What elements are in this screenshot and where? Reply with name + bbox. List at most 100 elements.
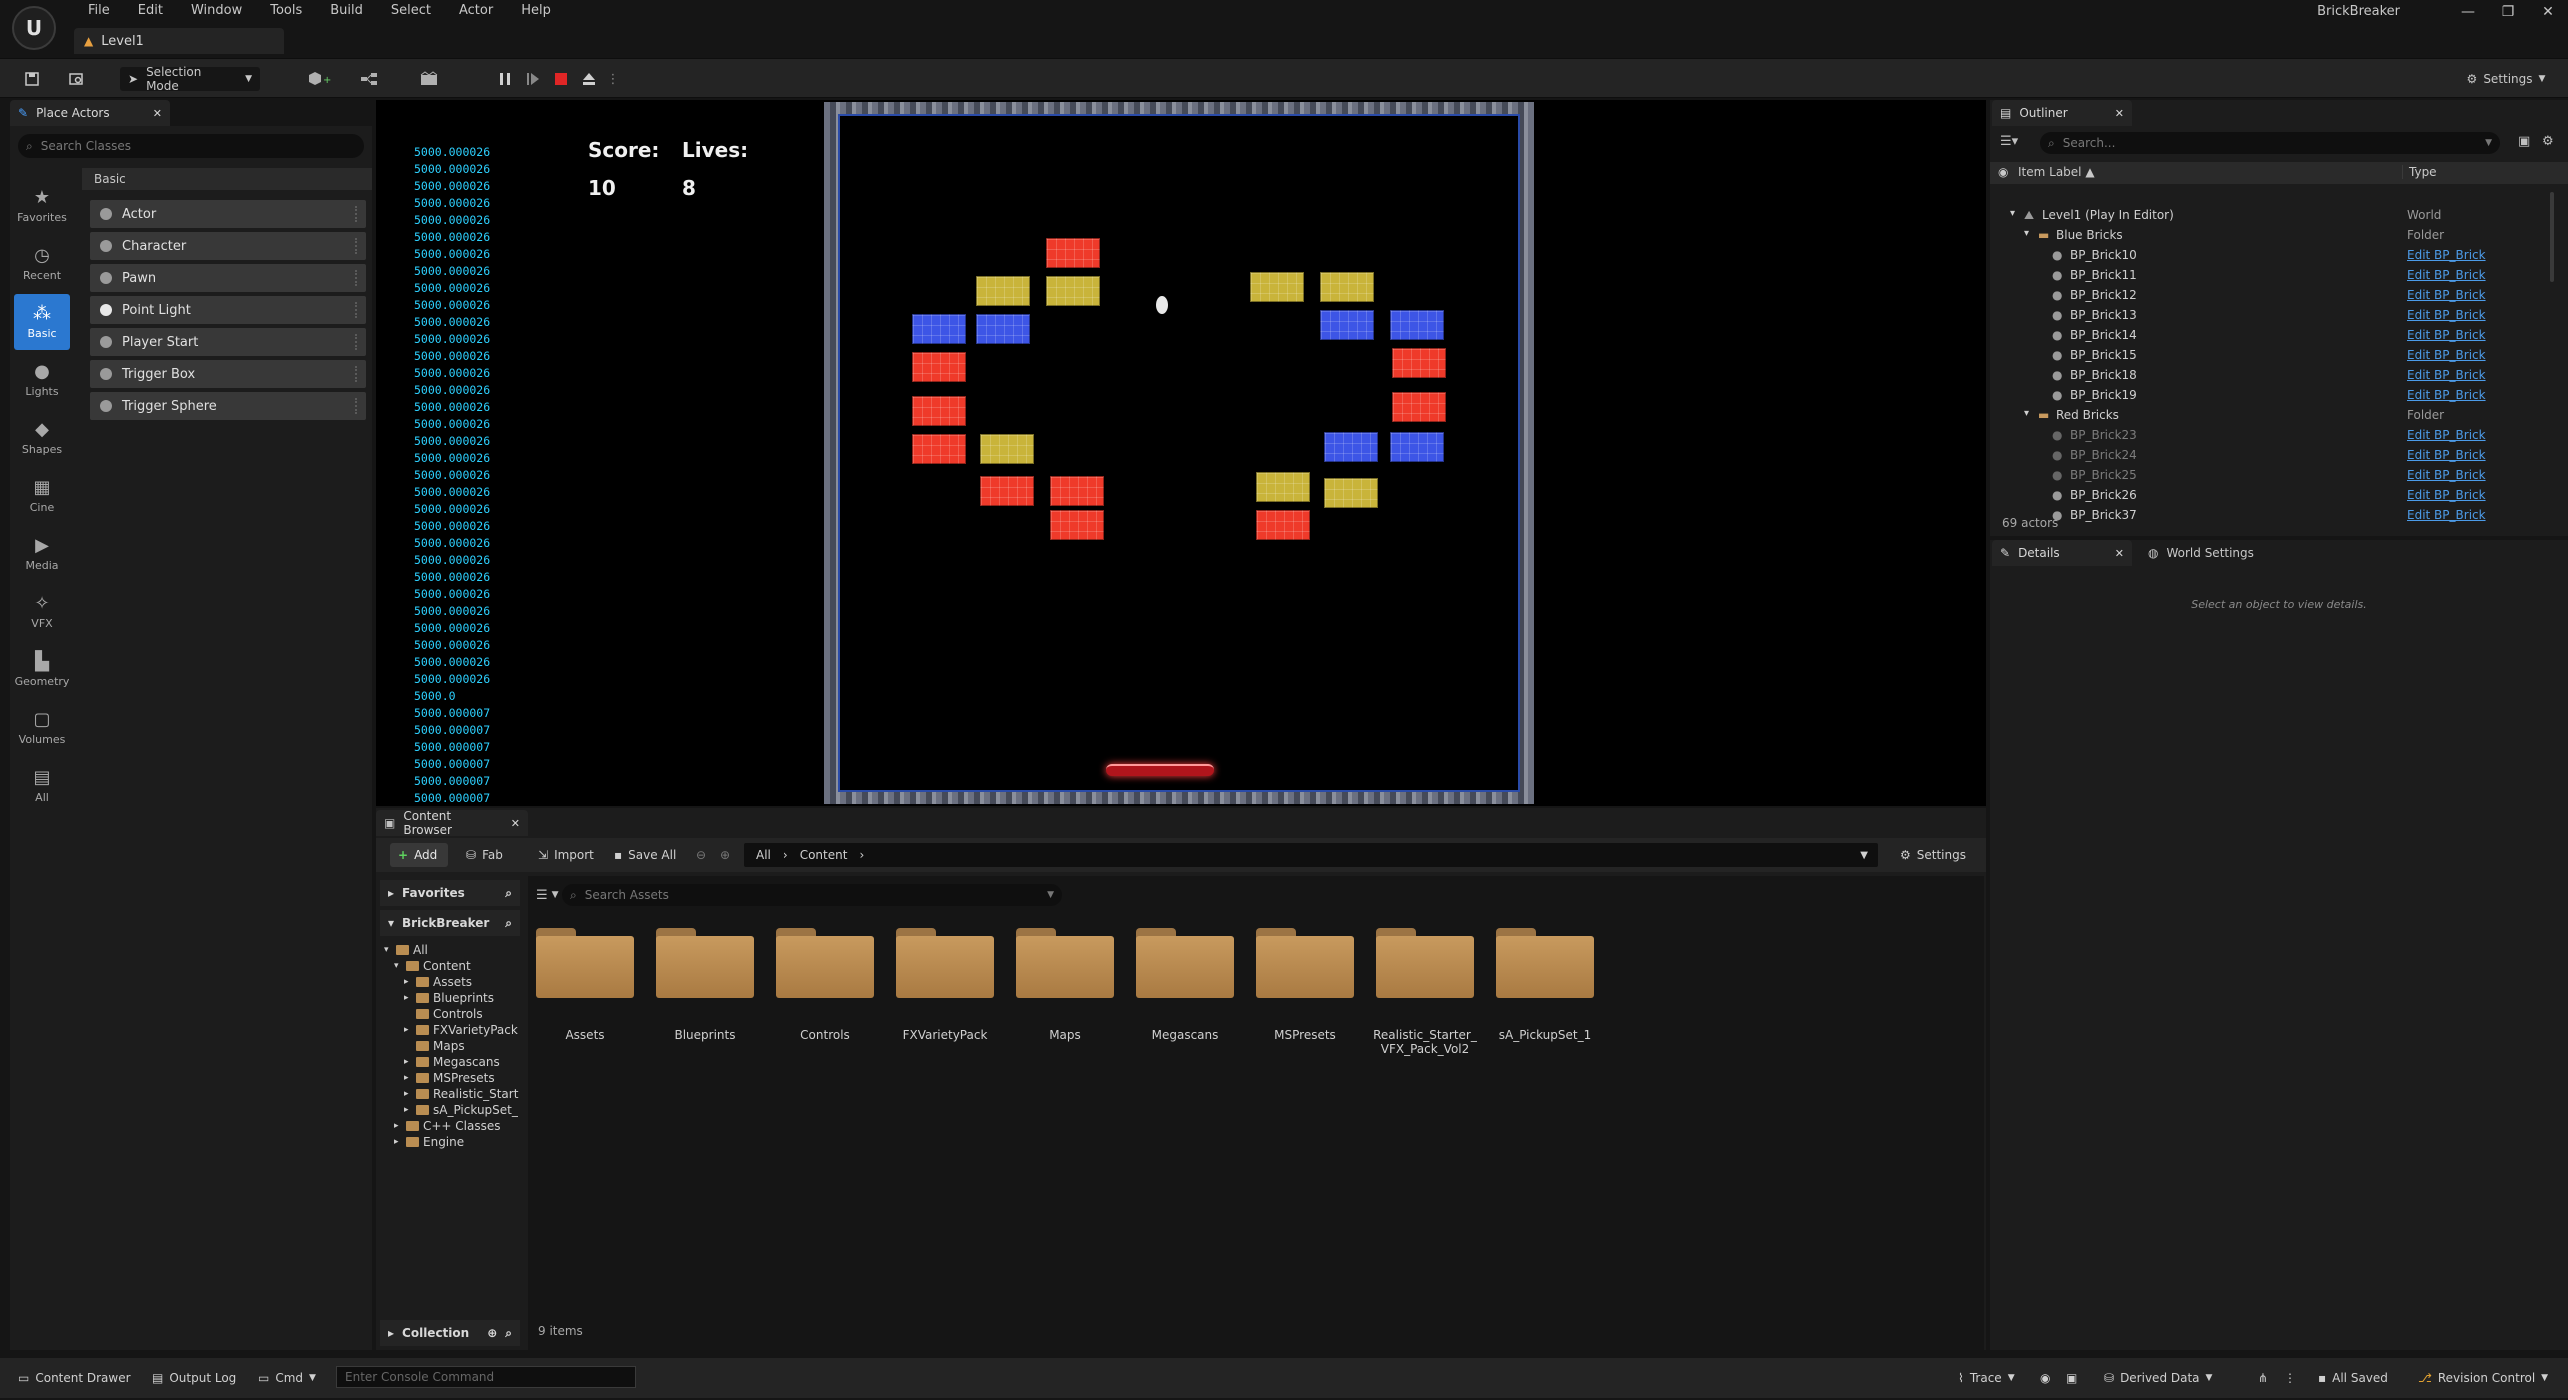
tree-folder-item[interactable]: ▸ Megascans [404, 1054, 500, 1070]
menu-file[interactable]: File [74, 0, 124, 24]
edit-blueprint-link[interactable]: Edit BP_Brick [2407, 328, 2486, 342]
expand-chevron-icon[interactable]: ▸ [404, 1073, 412, 1083]
settings-button[interactable]: ⚙ Settings ▼ [2458, 67, 2554, 91]
menu-help[interactable]: Help [507, 0, 565, 24]
favorites-section[interactable]: ▸ Favorites ⌕ [380, 880, 520, 906]
outliner-row[interactable]: ● BP_Brick26 Edit BP_Brick [1990, 486, 2558, 506]
step-frame-icon[interactable] [522, 67, 544, 91]
expand-chevron-icon[interactable]: ▸ [404, 977, 412, 987]
scrollbar[interactable] [2550, 192, 2554, 282]
outliner-row[interactable]: ● BP_Brick18 Edit BP_Brick [1990, 366, 2558, 386]
search-icon[interactable]: ⌕ [505, 1326, 512, 1341]
rail-all[interactable]: ▤ All [14, 758, 70, 814]
edit-blueprint-link[interactable]: Edit BP_Brick [2407, 388, 2486, 402]
tree-folder-item[interactable]: ▸ Realistic_Start [404, 1086, 518, 1102]
revision-control-dropdown[interactable]: ⎇ Revision Control ▼ [2418, 1368, 2548, 1388]
tree-folder-item[interactable]: ▸ Assets [404, 974, 472, 990]
expand-chevron-icon[interactable]: ▸ [394, 1137, 402, 1147]
rail-geometry[interactable]: ▙ Geometry [14, 642, 70, 698]
tree-folder-item[interactable]: ▸ MSPresets [404, 1070, 495, 1086]
screenshot-icon[interactable]: ▣ [2066, 1368, 2077, 1388]
edit-blueprint-link[interactable]: Edit BP_Brick [2407, 288, 2486, 302]
outliner-row[interactable]: ● BP_Brick15 Edit BP_Brick [1990, 346, 2558, 366]
folder-tile[interactable]: Controls [770, 928, 880, 1042]
restore-icon[interactable]: ❐ [2488, 0, 2528, 24]
close-tab-icon[interactable]: ✕ [2115, 547, 2124, 560]
folder-tile[interactable]: Megascans [1130, 928, 1240, 1042]
outliner-tab[interactable]: ▤ Outliner ✕ [1992, 100, 2132, 126]
item-label-header[interactable]: Item Label ▲ [2018, 165, 2095, 179]
console-input[interactable]: Enter Console Command [336, 1366, 636, 1388]
outliner-row[interactable]: ● BP_Brick11 Edit BP_Brick [1990, 266, 2558, 286]
edit-blueprint-link[interactable]: Edit BP_Brick [2407, 348, 2486, 362]
outliner-row[interactable]: ● BP_Brick10 Edit BP_Brick [1990, 246, 2558, 266]
outliner-row[interactable]: ● BP_Brick14 Edit BP_Brick [1990, 326, 2558, 346]
menu-select[interactable]: Select [377, 0, 445, 24]
rail-vfx[interactable]: ✧ VFX [14, 584, 70, 640]
cb-settings-button[interactable]: ⚙ Settings [1900, 843, 1966, 867]
browse-icon[interactable] [62, 67, 90, 91]
source-control-icon[interactable]: ⋔ [2258, 1368, 2268, 1388]
rail-basic[interactable]: ⁂ Basic [14, 294, 70, 350]
edit-blueprint-link[interactable]: Edit BP_Brick [2407, 508, 2486, 522]
actor-item-trigger-sphere[interactable]: Trigger Sphere [90, 392, 366, 420]
rail-recent[interactable]: ◷ Recent [14, 236, 70, 292]
minimize-icon[interactable]: — [2448, 0, 2488, 24]
menu-tools[interactable]: Tools [256, 0, 316, 24]
filter-dropdown[interactable]: ☰ ▼ [536, 884, 559, 906]
rail-cine[interactable]: ▦ Cine [14, 468, 70, 524]
save-all-button[interactable]: ▪ Save All [614, 843, 676, 867]
drag-handle-icon[interactable] [355, 366, 358, 382]
tree-folder-item[interactable]: ▸ Blueprints [404, 990, 494, 1006]
edit-blueprint-link[interactable]: Edit BP_Brick [2407, 448, 2486, 462]
drag-handle-icon[interactable] [355, 302, 358, 318]
more-options-icon[interactable]: ⋮ [606, 67, 620, 91]
actor-item-point-light[interactable]: Point Light [90, 296, 366, 324]
save-icon[interactable] [18, 67, 46, 91]
gear-icon[interactable]: ⚙ [2542, 134, 2554, 149]
actor-item-character[interactable]: Character [90, 232, 366, 260]
drag-handle-icon[interactable] [355, 206, 358, 222]
project-section[interactable]: ▾ BrickBreaker ⌕ [380, 910, 520, 936]
fab-button[interactable]: ⛁ Fab [466, 843, 503, 867]
folder-tile[interactable]: Assets [530, 928, 640, 1042]
game-viewport[interactable]: 5000.000026 5000.000026 5000.000026 5000.00… [376, 100, 1986, 822]
outliner-row[interactable]: ● BP_Brick13 Edit BP_Brick [1990, 306, 2558, 326]
breadcrumb-all[interactable]: All [756, 848, 771, 862]
edit-blueprint-link[interactable]: Edit BP_Brick [2407, 428, 2486, 442]
outliner-row[interactable]: ▾ ▬ Blue Bricks Folder [1990, 226, 2558, 246]
search-icon[interactable]: ⌕ [505, 916, 512, 931]
all-saved-status[interactable]: ▪ All Saved [2318, 1368, 2388, 1388]
folder-tile[interactable]: sA_PickupSet_1 [1490, 928, 1600, 1042]
outliner-row[interactable]: ● BP_Brick19 Edit BP_Brick [1990, 386, 2558, 406]
trace-dropdown[interactable]: ⌇ Trace ▼ [1958, 1368, 2015, 1388]
actor-item-trigger-box[interactable]: Trigger Box [90, 360, 366, 388]
unreal-logo-icon[interactable]: U [12, 6, 56, 50]
menu-edit[interactable]: Edit [124, 0, 177, 24]
folder-tile[interactable]: Realistic_Starter_ VFX_Pack_Vol2 [1370, 928, 1480, 1056]
place-actors-tab[interactable]: ✎ Place Actors ✕ [10, 100, 170, 126]
import-button[interactable]: ⇲ Import [538, 843, 594, 867]
world-settings-tab[interactable]: ◍ World Settings [2140, 540, 2280, 566]
drag-handle-icon[interactable] [355, 238, 358, 254]
expand-chevron-icon[interactable]: ▾ [2010, 208, 2015, 219]
back-icon[interactable]: ⊖ [696, 843, 706, 867]
outliner-search-input[interactable]: ⌕ Search... ▼ [2040, 132, 2500, 154]
blueprint-icon[interactable] [352, 67, 390, 91]
expand-chevron-icon[interactable]: ▾ [2024, 228, 2029, 239]
search-classes-input[interactable]: ⌕ Search Classes [18, 134, 364, 158]
edit-blueprint-link[interactable]: Edit BP_Brick [2407, 268, 2486, 282]
add-actor-icon[interactable]: + [300, 67, 338, 91]
eject-icon[interactable] [578, 67, 600, 91]
outliner-row[interactable]: ● BP_Brick25 Edit BP_Brick [1990, 466, 2558, 486]
rail-media[interactable]: ▶ Media [14, 526, 70, 582]
expand-chevron-icon[interactable]: ▸ [404, 1057, 412, 1067]
level-tab[interactable]: ▲ Level1 [74, 28, 284, 54]
close-tab-icon[interactable]: ✕ [2115, 107, 2124, 120]
edit-blueprint-link[interactable]: Edit BP_Brick [2407, 308, 2486, 322]
outliner-row[interactable]: ● BP_Brick37 Edit BP_Brick [1990, 506, 2558, 526]
details-tab[interactable]: ✎ Details ✕ [1992, 540, 2132, 566]
close-tab-icon[interactable]: ✕ [511, 817, 520, 830]
add-folder-icon[interactable]: ▣ [2518, 134, 2530, 149]
derived-data-dropdown[interactable]: ⛁ Derived Data ▼ [2104, 1368, 2212, 1388]
